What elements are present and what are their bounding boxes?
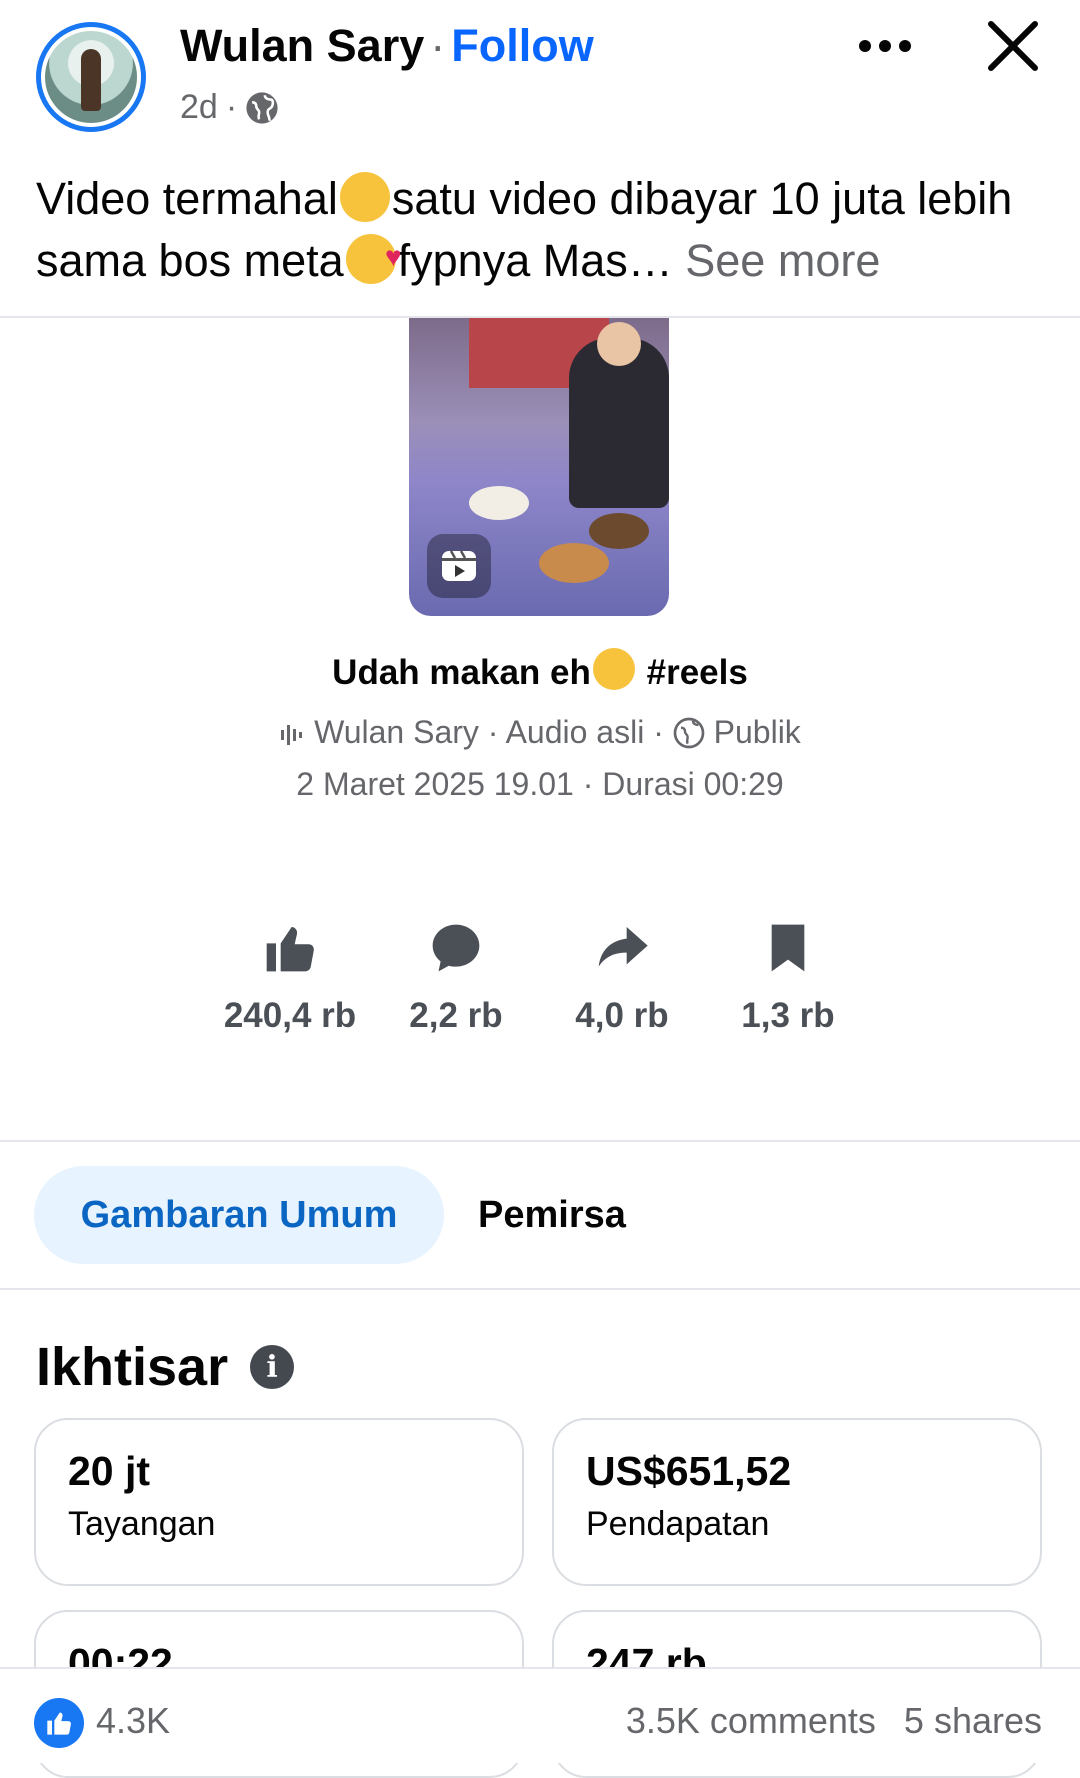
stat-shares[interactable]: 4,0 rb [542,920,702,1036]
visibility-label: Publik [713,714,801,750]
comments-count: 2,2 rb [409,996,503,1035]
comment-icon [432,924,480,972]
follow-button[interactable]: Follow [451,20,593,71]
caption-text-1: Video termahal [36,173,338,224]
avatar[interactable] [36,22,146,132]
meta-separator: · [225,88,238,126]
close-icon[interactable] [985,18,1041,74]
see-more-link[interactable]: See more [685,235,880,286]
overview-heading: Ikhtisar i [36,1336,295,1398]
share-icon [598,927,648,967]
globe-icon [246,91,278,124]
post-caption: Video termahal satu video dibayar 10 juta… [36,168,1046,292]
reel-title: Udah makan eh #reels [0,648,1080,693]
like-reaction-icon[interactable] [34,1698,84,1748]
divider [0,1140,1080,1142]
stat-likes[interactable]: 240,4 rb [210,920,370,1036]
dot-icon [879,40,891,52]
audio-bars-icon [281,725,303,745]
author-name[interactable]: Wulan Sary [180,20,424,71]
public-globe-icon [673,717,705,749]
tab-audience[interactable]: Pemirsa [478,1166,626,1264]
more-options-button[interactable] [852,26,918,66]
caption-text-3: fypnya Mas… [397,235,673,286]
dot-icon [899,40,911,52]
stat-comments[interactable]: 2,2 rb [376,920,536,1036]
reel-date-duration: 2 Maret 2025 19.01 · Durasi 00:29 [296,766,784,802]
bookmark-icon [771,924,805,972]
reel-title-text: Udah makan eh [332,653,591,692]
reel-thumbnail[interactable] [409,318,669,616]
shares-count: 4,0 rb [575,996,669,1035]
post-time[interactable]: 2d [180,88,218,127]
stat-saves[interactable]: 1,3 rb [708,920,868,1036]
audio-source[interactable]: Wulan Sary · Audio asli · [314,714,664,750]
author-line: Wulan Sary · Follow [180,20,594,72]
reel-hashtag[interactable]: #reels [647,653,748,692]
reel-audio-meta: Wulan Sary · Audio asli · Publik [0,714,1080,751]
grinning-sweat-emoji-icon [592,648,635,690]
saves-count: 1,3 rb [741,996,835,1035]
divider [0,1288,1080,1290]
separator: · [430,20,446,71]
reels-icon [427,534,491,598]
post-meta: 2d · [180,88,279,127]
reaction-count[interactable]: 4.3K [96,1700,170,1742]
tab-overview[interactable]: Gambaran Umum [34,1166,444,1264]
hugging-face-emoji-icon [339,172,390,222]
metric-value: US$651,52 [586,1448,792,1494]
info-icon[interactable]: i [250,1345,295,1389]
likes-count: 240,4 rb [223,996,357,1035]
shares-link[interactable]: 5 shares [904,1700,1042,1741]
metric-card-views[interactable]: 20 jt Tayangan [34,1418,524,1586]
avatar-image [45,31,137,123]
comments-shares-summary: 3.5K comments 5 shares [626,1700,1042,1742]
metric-label: Tayangan [68,1505,216,1543]
smiling-face-hearts-emoji-icon [345,226,402,288]
overview-title: Ikhtisar [36,1337,229,1397]
metric-label: Pendapatan [586,1505,770,1543]
metric-card-earnings[interactable]: US$651,52 Pendapatan [552,1418,1042,1586]
metric-value: 20 jt [68,1448,151,1494]
post-header: Wulan Sary · Follow 2d · [0,0,1080,150]
comments-link[interactable]: 3.5K comments [626,1700,876,1741]
thumbs-up-icon [266,927,314,972]
dot-icon [859,40,871,52]
